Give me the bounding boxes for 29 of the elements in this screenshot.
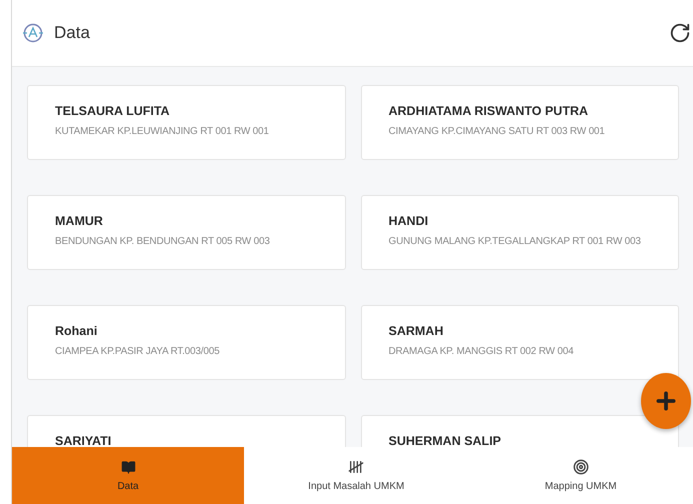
book-icon <box>120 460 136 474</box>
record-card[interactable]: ARDHIATAMA RISWANTO PUTRA CIMAYANG KP.CIMAYANG SATU RT 003 RW 001 <box>360 85 679 160</box>
record-card[interactable]: SARIYATI <box>27 415 346 447</box>
record-card[interactable]: MAMUR BENDUNGAN KP. BENDUNGAN RT 005 RW 003 <box>27 195 346 270</box>
record-card[interactable]: SUHERMAN SALIP <box>360 415 679 447</box>
record-name: MAMUR <box>55 214 104 228</box>
record-card[interactable]: SARMAH DRAMAGA KP. MANGGIS RT 002 RW 004 <box>360 305 679 380</box>
record-name: SUHERMAN SALIP <box>388 434 502 447</box>
record-card[interactable]: TELSAURA LUFITA KUTAMEKAR KP.LEUWIANJING RT 001 RW 001 <box>27 85 346 160</box>
record-address: CIAMPEA KP.PASIR JAYA RT.003/005 <box>55 346 220 357</box>
target-icon <box>572 459 589 475</box>
record-address: BENDUNGAN KP. BENDUNGAN RT 005 RW 003 <box>55 236 271 247</box>
record-name: TELSAURA LUFITA <box>55 104 171 118</box>
logo-icon <box>22 22 44 44</box>
record-card[interactable]: Rohani CIAMPEA KP.PASIR JAYA RT.003/005 <box>27 305 346 380</box>
record-name: Rohani <box>55 324 98 338</box>
refresh-icon[interactable] <box>669 22 691 44</box>
tally-icon <box>348 459 364 475</box>
record-address: DRAMAGA KP. MANGGIS RT 002 RW 004 <box>388 346 574 357</box>
record-address: KUTAMEKAR KP.LEUWIANJING RT 001 RW 001 <box>55 126 270 137</box>
record-name: HANDI <box>388 214 430 228</box>
record-address: CIMAYANG KP.CIMAYANG SATU RT 003 RW 001 <box>388 126 606 137</box>
record-card[interactable]: HANDI GUNUNG MALANG KP.TEGALLANGKAP RT 001 RW 003 <box>360 195 679 270</box>
record-name: SARMAH <box>388 324 444 338</box>
record-address: GUNUNG MALANG KP.TEGALLANGKAP RT 001 RW 003 <box>388 236 642 247</box>
record-name: SARIYATI <box>55 434 112 447</box>
page-title: Data <box>54 23 91 43</box>
record-name: ARDHIATAMA RISWANTO PUTRA <box>388 104 590 118</box>
nav-tab[interactable]: Data <box>12 447 244 504</box>
